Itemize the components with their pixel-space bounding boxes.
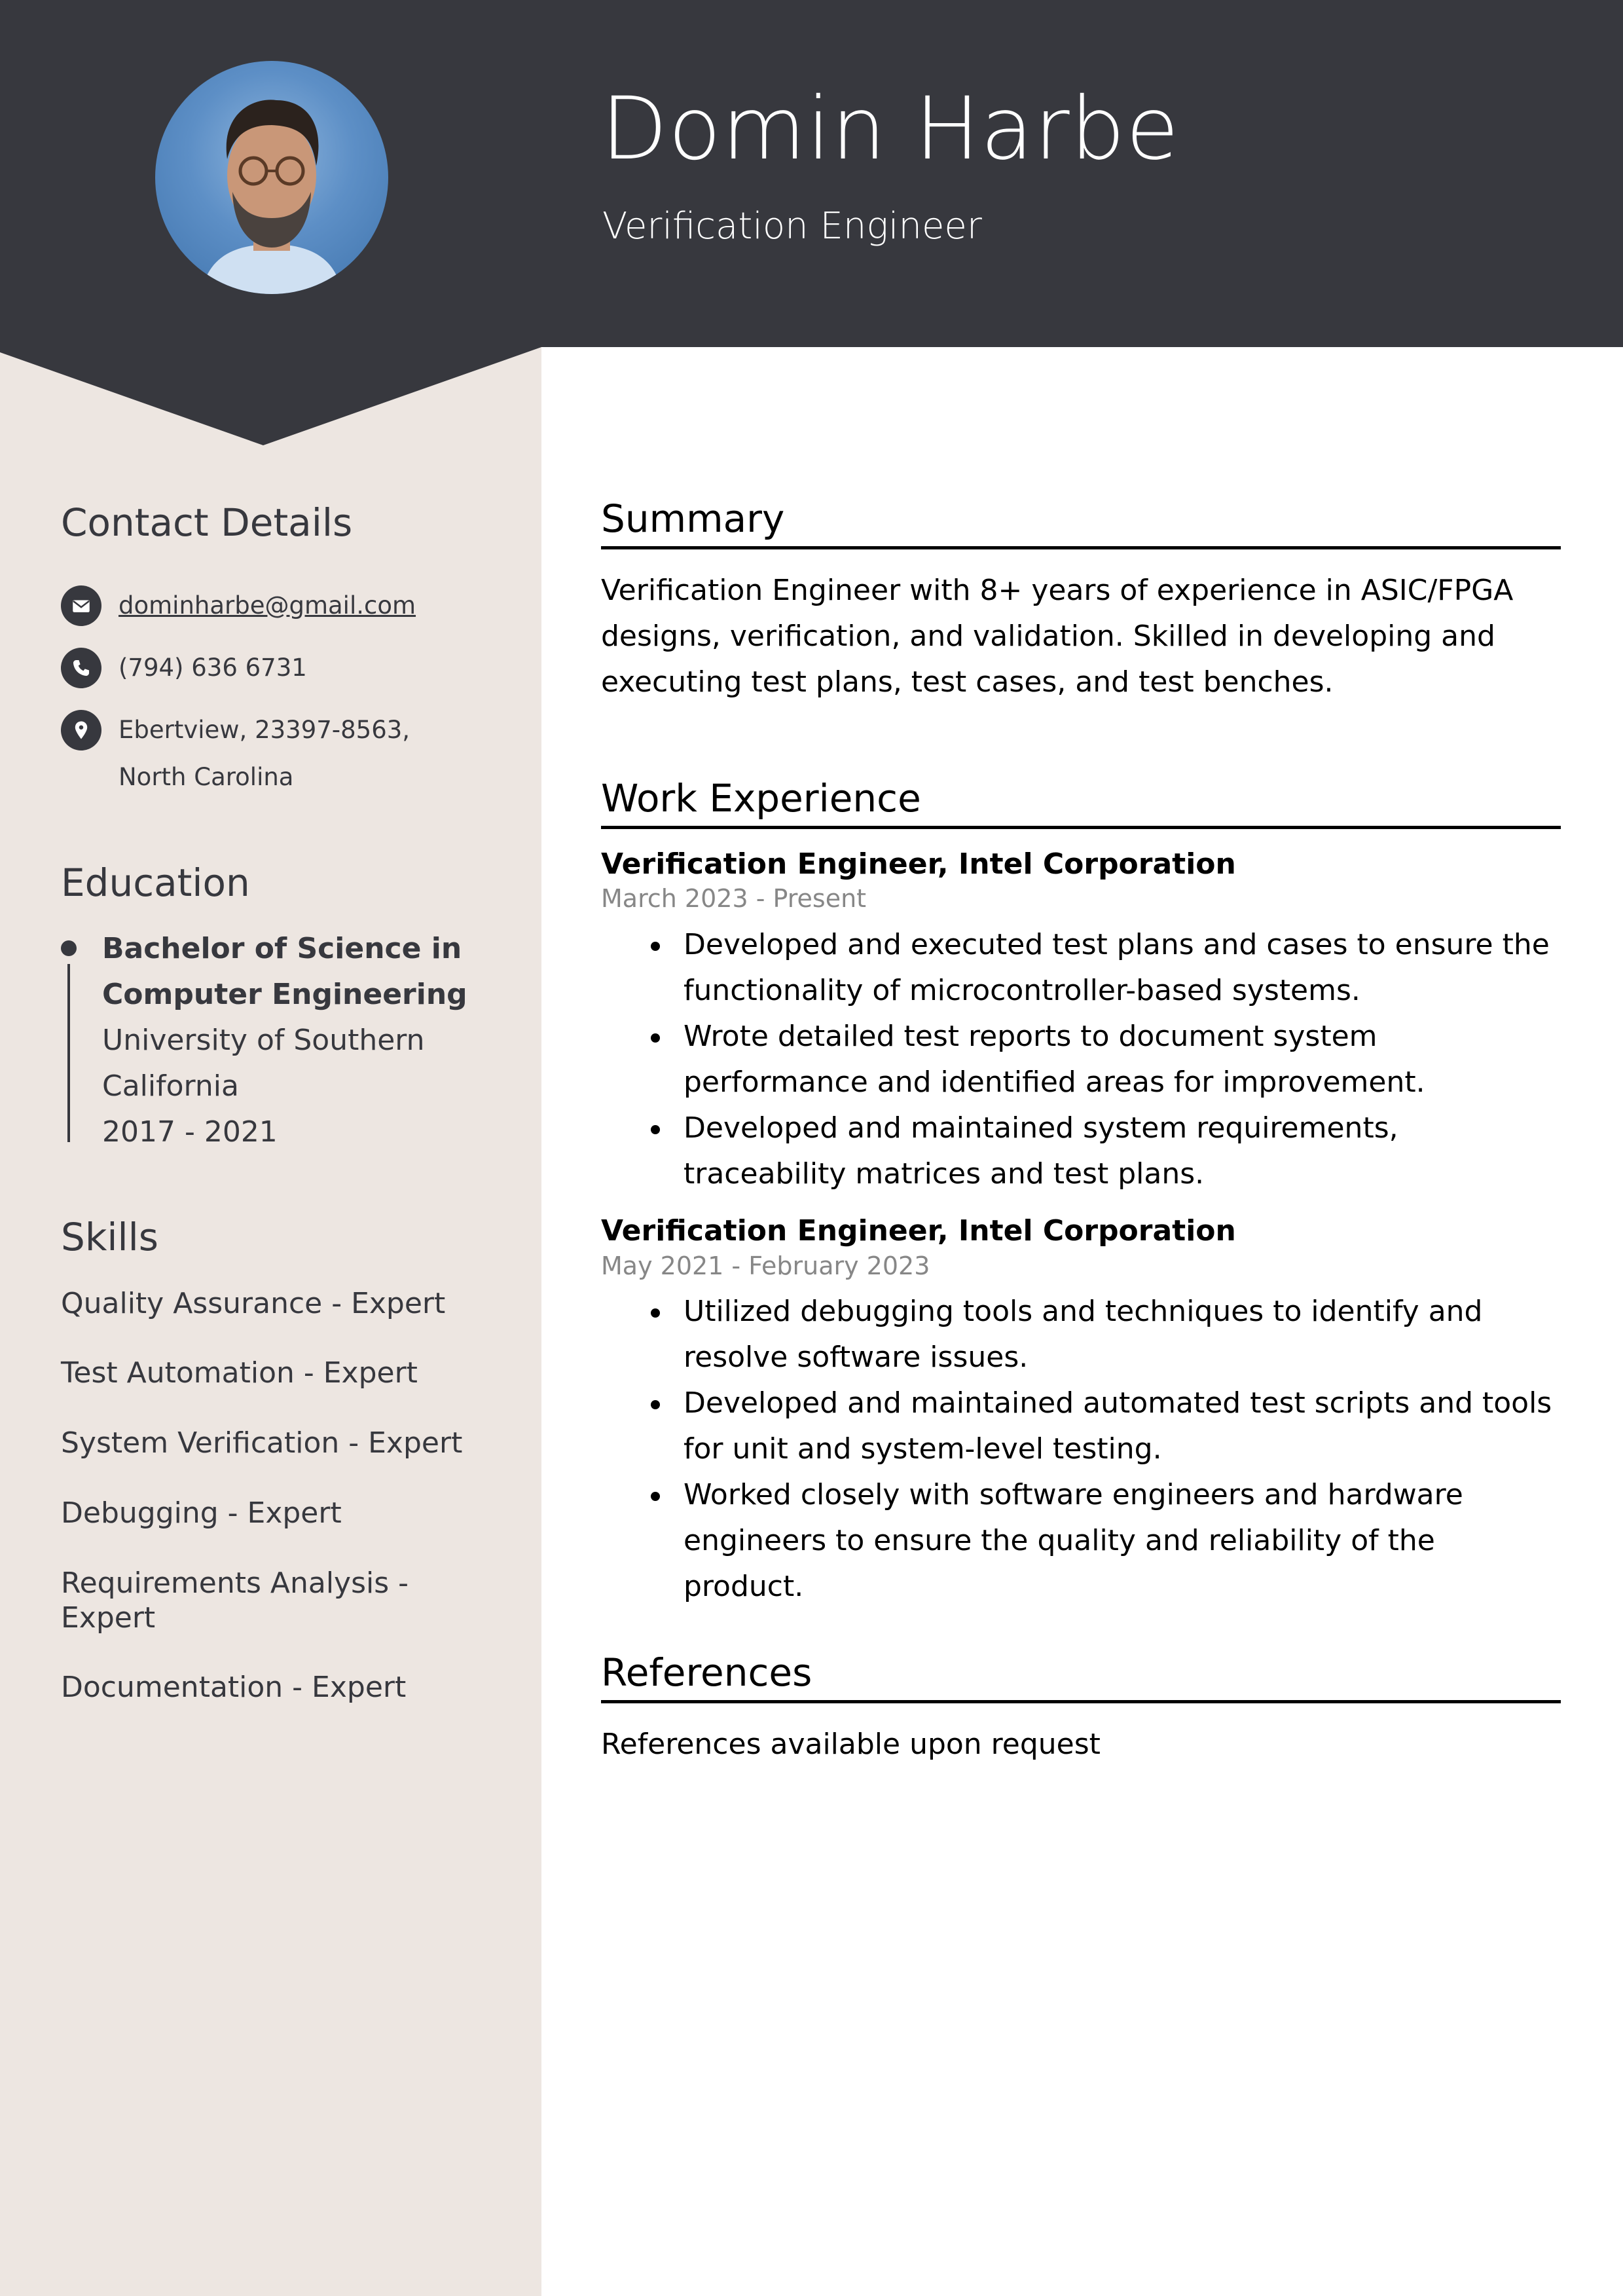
header-chevron [0,346,541,445]
skill-item: Test Automation - Expert [61,1356,418,1390]
education-heading: Education [61,861,250,905]
job-bullet: Developed and maintained automated test … [651,1380,1561,1472]
skill-item: Documentation - Expert [61,1671,407,1705]
contact-section: Contact Details dominharbe@gmail.com (79… [61,500,493,819]
job-entry: Verification Engineer, Intel Corporation… [601,847,1561,1197]
map-pin-icon [61,709,101,750]
references-text: References available upon request [601,1727,1101,1761]
education-school: University of Southern California [102,1023,425,1103]
job-entry: Verification Engineer, Intel Corporation… [601,1214,1561,1610]
references-heading: References [601,1650,1561,1703]
summary-section: Summary Verification Engineer with 8+ ye… [601,496,1561,705]
job-bullet: Wrote detailed test reports to document … [651,1014,1561,1105]
skill-item: Quality Assurance - Expert [61,1286,446,1320]
phone-text: (794) 636 6731 [119,653,307,682]
education-degree: Bachelor of Science in Computer Engineer… [102,931,467,1011]
envelope-icon [61,585,101,626]
job-bullet: Developed and executed test plans and ca… [651,922,1561,1014]
skill-item: Requirements Analysis - Expert [61,1566,409,1635]
skill-item: Debugging - Expert [61,1496,342,1530]
education-years: 2017 - 2021 [102,1115,278,1149]
timeline-line [67,963,70,1142]
job-title: Verification Engineer, Intel Corporation [601,847,1236,881]
contact-heading: Contact Details [61,500,353,545]
job-dates: May 2021 - February 2023 [601,1251,930,1280]
contact-address: Ebertview, 23397-8563, North Carolina [61,709,493,801]
contact-phone: (794) 636 6731 [61,647,493,692]
address-text: Ebertview, 23397-8563, North Carolina [119,715,410,791]
education-entry: Bachelor of Science in Computer Engineer… [61,926,493,1155]
job-bullets: Utilized debugging tools and techniques … [601,1289,1561,1610]
timeline-dot [61,940,77,956]
skills-heading: Skills [61,1215,158,1259]
job-bullet: Worked closely with software engineers a… [651,1472,1561,1610]
experience-section: Work Experience Verification Engineer, I… [601,776,1561,1610]
contact-email[interactable]: dominharbe@gmail.com [61,585,493,629]
job-dates: March 2023 - Present [601,884,867,914]
email-link[interactable]: dominharbe@gmail.com [119,582,416,629]
summary-heading: Summary [601,496,1561,549]
phone-icon [61,647,101,688]
candidate-name: Domin Harbe [601,79,1180,179]
summary-text: Verification Engineer with 8+ years of e… [601,573,1514,699]
job-bullet: Developed and maintained system requirem… [651,1105,1561,1197]
skills-section: Skills Quality Assurance - Expert Test A… [61,1215,493,1741]
experience-heading: Work Experience [601,776,1561,829]
job-bullet: Utilized debugging tools and techniques … [651,1289,1561,1380]
skill-item: System Verification - Expert [61,1426,463,1460]
education-section: Education Bachelor of Science in Compute… [61,861,493,1155]
job-title: Verification Engineer, Intel Corporation [601,1213,1236,1248]
candidate-title: Verification Engineer [602,205,982,248]
references-section: References References available upon req… [601,1650,1561,1768]
profile-photo [155,61,388,294]
job-bullets: Developed and executed test plans and ca… [601,922,1561,1197]
